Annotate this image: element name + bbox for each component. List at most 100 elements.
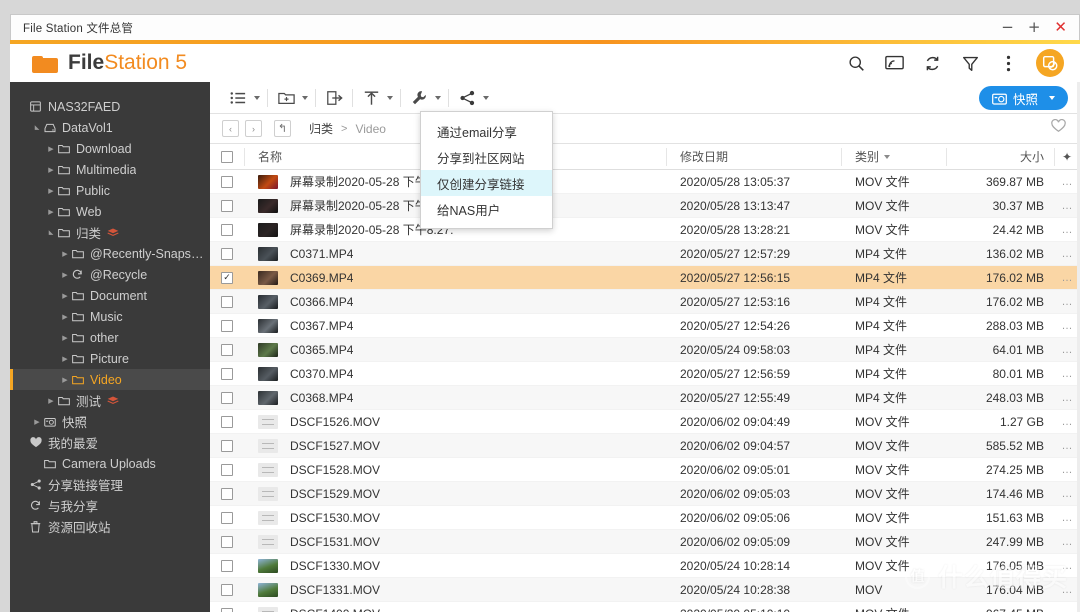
sidebar-item-public[interactable]: ▶ Public [10, 180, 210, 201]
file-name-cell[interactable]: DSCF1331.MOV [244, 582, 666, 597]
sidebar-item-[interactable]: 我的最爱 [10, 432, 210, 453]
chevron-right-icon[interactable]: ▶ [46, 166, 56, 174]
table-row[interactable]: C0368.MP4 2020/05/27 12:55:49 MP4 文件 248.03… [210, 386, 1080, 410]
share-menu-item[interactable]: 给NAS用户 [421, 196, 552, 222]
table-row[interactable]: C0370.MP4 2020/05/27 12:56:59 MP4 文件 80.01 … [210, 362, 1080, 386]
row-select-cell[interactable] [210, 247, 244, 260]
row-checkbox[interactable]: ✓ [221, 271, 233, 284]
column-header-size[interactable]: 大小 [946, 144, 1054, 170]
chevron-right-icon[interactable]: ▶ [46, 187, 56, 195]
table-row[interactable]: C0365.MP4 2020/05/24 09:58:03 MP4 文件 64.01 … [210, 338, 1080, 362]
chevron-right-icon[interactable]: ▶ [60, 271, 70, 279]
list-view-icon[interactable] [227, 87, 249, 109]
sidebar-item-recently-snapshot[interactable]: ▶ @Recently-Snapshot [10, 243, 210, 264]
row-select-cell[interactable] [210, 415, 244, 428]
chevron-right-icon[interactable]: ▶ [46, 208, 56, 216]
row-checkbox[interactable] [221, 415, 233, 428]
file-name-cell[interactable]: DSCF1529.MOV [244, 486, 666, 501]
chevron-right-icon[interactable]: ▶ [60, 250, 70, 258]
sidebar-item-[interactable]: ◢ 归类 [10, 222, 210, 243]
row-checkbox[interactable] [221, 607, 233, 612]
new-folder-caret[interactable] [302, 95, 308, 100]
row-checkbox[interactable] [221, 343, 233, 356]
row-select-cell[interactable] [210, 607, 244, 612]
row-checkbox[interactable] [221, 583, 233, 596]
select-all-header[interactable] [210, 144, 244, 170]
heart-outline-icon[interactable] [1051, 118, 1066, 138]
upload-icon[interactable] [360, 87, 382, 109]
file-name-cell[interactable]: C0369.MP4 [244, 270, 666, 285]
share-nodes-icon[interactable] [456, 87, 478, 109]
sidebar-item-datavol1[interactable]: ◢ DataVol1 [10, 117, 210, 138]
row-select-cell[interactable] [210, 343, 244, 356]
row-checkbox[interactable] [221, 295, 233, 308]
row-select-cell[interactable] [210, 199, 244, 212]
row-select-cell[interactable] [210, 583, 244, 596]
table-row[interactable]: DSCF1526.MOV 2020/06/02 09:04:49 MOV 文件 1.2… [210, 410, 1080, 434]
file-name-cell[interactable]: DSCF1531.MOV [244, 534, 666, 549]
row-checkbox[interactable] [221, 463, 233, 476]
sidebar-item-document[interactable]: ▶ Document [10, 285, 210, 306]
row-select-cell[interactable] [210, 463, 244, 476]
sidebar-item-recycle[interactable]: ▶ @Recycle [10, 264, 210, 285]
file-name-cell[interactable]: C0368.MP4 [244, 390, 666, 405]
breadcrumb-item-1[interactable]: Video [355, 122, 385, 136]
select-all-checkbox[interactable] [221, 150, 233, 163]
file-name-cell[interactable]: DSCF1530.MOV [244, 510, 666, 525]
table-row[interactable]: DSCF1530.MOV 2020/06/02 09:05:06 MOV 文件 151… [210, 506, 1080, 530]
cast-icon[interactable] [884, 53, 904, 73]
file-name-cell[interactable]: C0370.MP4 [244, 366, 666, 381]
copy-to-icon[interactable] [323, 87, 345, 109]
row-checkbox[interactable] [221, 391, 233, 404]
refresh-icon[interactable] [922, 53, 942, 73]
row-select-cell[interactable] [210, 511, 244, 524]
row-checkbox[interactable] [221, 199, 233, 212]
more-options-icon[interactable] [998, 53, 1018, 73]
close-button[interactable]: ✕ [1054, 20, 1067, 35]
table-row[interactable]: DSCF1331.MOV 2020/05/24 10:28:38 MOV 176.04… [210, 578, 1080, 602]
sidebar-item-music[interactable]: ▶ Music [10, 306, 210, 327]
share-menu-item[interactable]: 通过email分享 [421, 118, 552, 144]
sidebar-item-nas32faed[interactable]: NAS32FAED [10, 96, 210, 117]
table-row[interactable]: C0371.MP4 2020/05/27 12:57:29 MP4 文件 136.02… [210, 242, 1080, 266]
nav-back-button[interactable]: ‹ [222, 120, 239, 137]
table-row[interactable]: 屏幕录制2020-05-28 下午8.03. 2020/05/28 13:05:3… [210, 170, 1080, 194]
row-select-cell[interactable] [210, 223, 244, 236]
table-row[interactable]: C0367.MP4 2020/05/27 12:54:26 MP4 文件 288.03… [210, 314, 1080, 338]
row-select-cell[interactable] [210, 319, 244, 332]
file-name-cell[interactable]: C0365.MP4 [244, 342, 666, 357]
file-name-cell[interactable]: DSCF1400.MOV [244, 606, 666, 612]
sidebar-item-[interactable]: ▶ 快照 [10, 411, 210, 432]
tools-caret[interactable] [435, 95, 441, 100]
file-name-cell[interactable]: DSCF1330.MOV [244, 558, 666, 573]
sidebar-item-web[interactable]: ▶ Web [10, 201, 210, 222]
table-row[interactable]: C0366.MP4 2020/05/27 12:53:16 MP4 文件 176.02… [210, 290, 1080, 314]
row-checkbox[interactable] [221, 439, 233, 452]
chevron-right-icon[interactable]: ▶ [60, 334, 70, 342]
chevron-right-icon[interactable]: ▶ [46, 397, 56, 405]
breadcrumb-item-0[interactable]: 归类 [309, 120, 333, 137]
sidebar-item-download[interactable]: ▶ Download [10, 138, 210, 159]
row-select-cell[interactable] [210, 559, 244, 572]
row-select-cell[interactable] [210, 439, 244, 452]
chevron-right-icon[interactable]: ▶ [46, 145, 56, 153]
row-select-cell[interactable] [210, 367, 244, 380]
file-name-cell[interactable]: C0366.MP4 [244, 294, 666, 309]
table-row[interactable]: DSCF1400.MOV 2020/05/20 05:10:10MOV 文件967… [210, 602, 1080, 612]
chevron-right-icon[interactable]: ▶ [60, 355, 70, 363]
column-header-date[interactable]: 修改日期 [666, 144, 841, 170]
nav-up-button[interactable]: ↰ [274, 120, 291, 137]
sidebar-item-[interactable]: 资源回收站 [10, 516, 210, 537]
row-checkbox[interactable] [221, 175, 233, 188]
share-caret[interactable] [483, 95, 489, 100]
view-mode-caret[interactable] [254, 95, 260, 100]
chevron-right-icon[interactable]: ▶ [60, 313, 70, 321]
sidebar-item-multimedia[interactable]: ▶ Multimedia [10, 159, 210, 180]
sidebar-item-other[interactable]: ▶ other [10, 327, 210, 348]
row-checkbox[interactable] [221, 487, 233, 500]
file-name-cell[interactable]: C0367.MP4 [244, 318, 666, 333]
row-select-cell[interactable] [210, 535, 244, 548]
snapshot-button[interactable]: 快照 [978, 86, 1068, 110]
chevron-right-icon[interactable]: ▶ [60, 292, 70, 300]
filter-icon[interactable] [960, 53, 980, 73]
